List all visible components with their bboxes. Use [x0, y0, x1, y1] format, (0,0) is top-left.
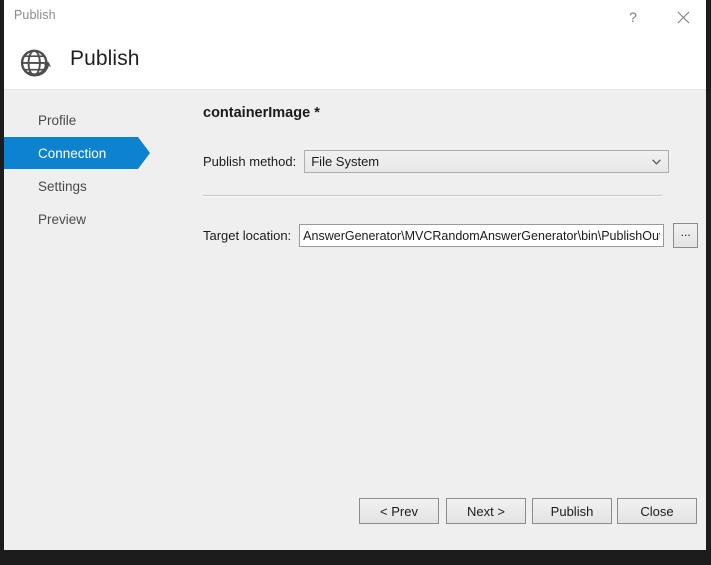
sidebar-item-settings[interactable]: Settings [4, 170, 172, 202]
content-panel: containerImage * Publish method: File Sy… [172, 90, 706, 552]
publish-button[interactable]: Publish [532, 498, 612, 524]
dialog-header: Publish [4, 35, 706, 90]
publish-method-label: Publish method: [203, 154, 296, 169]
sidebar-nav: Profile Connection Settings Preview [4, 90, 172, 552]
sidebar-item-preview[interactable]: Preview [4, 203, 172, 235]
sidebar-item-connection[interactable]: Connection [4, 137, 138, 169]
sidebar-item-label: Profile [38, 113, 76, 128]
target-location-label: Target location: [203, 228, 291, 243]
help-button[interactable]: ? [610, 0, 656, 34]
dialog-footer: < Prev Next > Publish Close [4, 498, 706, 552]
close-button[interactable] [660, 0, 706, 34]
sidebar-item-label: Settings [38, 179, 87, 194]
sidebar-item-label: Connection [38, 146, 106, 161]
publish-dialog-window: Publish ? Publish Profile [0, 0, 711, 565]
publish-method-row: Publish method: File System [203, 150, 669, 173]
publish-method-value: File System [305, 154, 379, 169]
close-dialog-button[interactable]: Close [617, 498, 697, 524]
browse-button[interactable]: ... [673, 223, 698, 248]
next-button[interactable]: Next > [446, 498, 526, 524]
selected-pointer-icon [138, 137, 150, 169]
question-mark-icon: ? [629, 9, 637, 25]
target-location-row: Target location: ... [203, 223, 698, 248]
sidebar-item-profile[interactable]: Profile [4, 104, 172, 136]
target-location-input[interactable] [299, 224, 664, 247]
prev-button[interactable]: < Prev [359, 498, 439, 524]
page-title: Publish [70, 47, 140, 71]
content-title: containerImage * [203, 105, 320, 121]
chevron-down-icon [652, 159, 661, 165]
title-bar: Publish ? [4, 0, 706, 35]
publish-method-dropdown[interactable]: File System [304, 150, 669, 173]
window-title: Publish [14, 8, 56, 22]
dialog-body: Profile Connection Settings Preview cont… [4, 90, 706, 552]
publish-globe-icon [18, 44, 54, 80]
sidebar-item-label: Preview [38, 212, 86, 227]
section-separator [203, 195, 662, 197]
close-icon [677, 11, 690, 24]
